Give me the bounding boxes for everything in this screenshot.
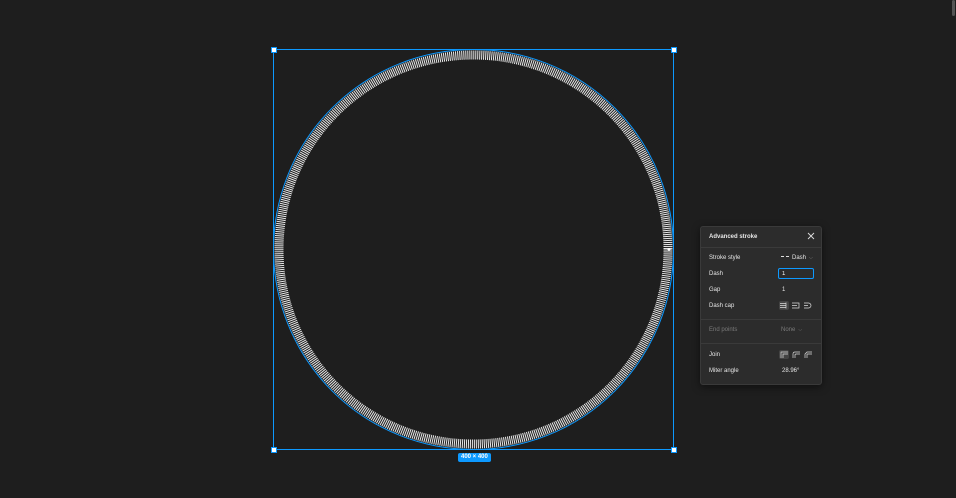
chevron-down-icon: ⌵: [798, 327, 803, 333]
cap-square-icon[interactable]: [791, 301, 801, 310]
gap-label: Gap: [709, 287, 721, 293]
chevron-down-icon: ⌵: [809, 255, 813, 261]
divider: [701, 343, 821, 344]
divider: [701, 319, 821, 320]
divider: [701, 247, 821, 248]
gap-input[interactable]: 1: [782, 287, 785, 293]
end-points-value: None: [781, 327, 796, 333]
dashed-circle-shape[interactable]: [274, 50, 673, 449]
stroke-style-select[interactable]: Dash ⌵: [781, 255, 813, 261]
close-icon[interactable]: [807, 232, 815, 240]
stroke-style-label: Stroke style: [709, 255, 741, 261]
join-label: Join: [709, 352, 721, 358]
end-points-select[interactable]: None ⌵: [781, 327, 802, 333]
size-badge: 400 × 400: [458, 453, 491, 462]
advanced-stroke-panel: Advanced stroke Stroke style Dash ⌵ Dash …: [700, 226, 822, 385]
dash-label: Dash: [709, 271, 724, 277]
end-points-label: End points: [709, 327, 738, 333]
resize-handle-bottom-right[interactable]: [671, 447, 677, 453]
panel-title: Advanced stroke: [709, 234, 758, 240]
miter-angle-label: Miter angle: [709, 368, 739, 374]
miter-angle-input[interactable]: 28.96°: [782, 368, 799, 374]
join-round-icon[interactable]: [791, 350, 801, 359]
cap-round-icon[interactable]: [803, 301, 813, 310]
vertical-scrollbar[interactable]: [952, 0, 955, 16]
dash-input[interactable]: [778, 268, 814, 279]
resize-handle-top-left[interactable]: [271, 47, 277, 53]
dash-cap-label: Dash cap: [709, 303, 735, 309]
radius-handle[interactable]: [667, 248, 671, 251]
join-miter-icon[interactable]: [779, 350, 789, 359]
cap-none-icon[interactable]: [779, 301, 789, 310]
resize-handle-bottom-left[interactable]: [271, 447, 277, 453]
dashed-line-icon: [781, 256, 789, 258]
resize-handle-top-right[interactable]: [671, 47, 677, 53]
stroke-style-value: Dash: [792, 255, 807, 261]
join-bevel-icon[interactable]: [803, 350, 813, 359]
